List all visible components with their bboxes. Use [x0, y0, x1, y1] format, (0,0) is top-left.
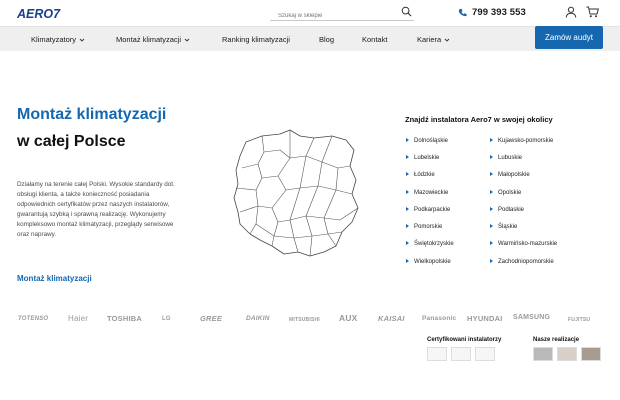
chevron-down-icon [79, 38, 85, 42]
nav-item-ranking[interactable]: Ranking klimatyzacji [222, 27, 290, 52]
nav-item-klimatyzatory[interactable]: Klimatyzatory [31, 27, 85, 52]
brand-logo: Panasonic [422, 315, 457, 322]
region-link[interactable]: Wielkopolskie [406, 258, 451, 266]
hero-subtitle: w całej Polsce [17, 133, 126, 150]
region-link[interactable]: Podkarpackie [406, 206, 450, 214]
nav-item-kariera[interactable]: Kariera [417, 27, 450, 52]
logo-text: AERO7 [17, 7, 61, 21]
region-link[interactable]: Podlaskie [490, 206, 524, 214]
region-link[interactable]: Świętokrzyskie [406, 240, 454, 248]
brand-logo: AUX [339, 313, 358, 323]
certificate-thumbnail[interactable] [427, 347, 447, 361]
region-link[interactable]: Kujawsko-pomorskie [490, 137, 553, 145]
region-link[interactable]: Dolnośląskie [406, 137, 448, 145]
region-link[interactable]: Łódzkie [406, 171, 435, 179]
region-link[interactable]: Warmińsko-mazurskie [490, 240, 557, 248]
brand-logo: Haier [68, 314, 89, 323]
nav-label: Ranking klimatyzacji [222, 35, 290, 44]
cart-icon[interactable] [586, 6, 599, 18]
certificate-thumbnail[interactable] [475, 347, 495, 361]
nav-item-montaz[interactable]: Montaż klimatyzacji [116, 27, 190, 52]
phone-icon [458, 8, 467, 17]
region-link[interactable]: Lubuskie [490, 154, 522, 162]
order-audit-button[interactable]: Zamów audyt [535, 26, 603, 49]
brand-logo: HYUNDAI [467, 314, 503, 323]
phone-number[interactable]: 799 393 553 [472, 7, 526, 18]
region-link[interactable]: Śląskie [490, 223, 517, 231]
certified-installers-title: Certyfikowani instalatorzy [427, 337, 502, 343]
top-bar: AERO7 799 393 553 [0, 0, 620, 26]
region-link[interactable]: Opolskie [490, 189, 521, 197]
user-icon[interactable] [565, 6, 577, 18]
brand-logo: DAIKIN [246, 315, 270, 322]
phone-contact[interactable]: 799 393 553 [458, 6, 526, 19]
installers-title: Znajdź instalatora Aero7 w swojej okolic… [405, 115, 553, 124]
chevron-down-icon [444, 38, 450, 42]
realization-photo[interactable] [557, 347, 577, 361]
brand-logo: SAMSUNG [513, 314, 551, 321]
brand-logo: LG [162, 316, 171, 322]
chevron-down-icon [184, 38, 190, 42]
search-box [270, 4, 414, 24]
brand-logo: KAISAI [378, 314, 405, 323]
nav-item-kontakt[interactable]: Kontakt [362, 27, 387, 52]
nav-label: Kontakt [362, 35, 388, 44]
nav-label: Klimatyzatory [31, 35, 77, 44]
installation-link[interactable]: Montaż klimatyzacji [17, 274, 92, 283]
region-link[interactable]: Mazowieckie [406, 189, 448, 197]
brand-logo: GREE [200, 314, 223, 323]
realization-photo[interactable] [533, 347, 553, 361]
region-link[interactable]: Zachodniopomorskie [490, 258, 554, 266]
brand-logo: TOSHIBA [107, 314, 143, 323]
region-link[interactable]: Lubelskie [406, 154, 439, 162]
brand-logo: TOTENSO [18, 316, 49, 322]
brand-logo: FUJITSU [568, 317, 591, 323]
realizations-title: Nasze realizacje [533, 337, 580, 343]
search-icon[interactable] [401, 6, 412, 17]
main-nav: Klimatyzatory Montaż klimatyzacji Rankin… [0, 26, 620, 51]
nav-label: Kariera [417, 35, 442, 44]
hero-description: Działamy na terenie całej Polski. Wysoki… [17, 181, 175, 238]
region-link[interactable]: Małopolskie [490, 171, 530, 179]
hero-title: Montaż klimatyzacji [17, 106, 167, 123]
nav-item-blog[interactable]: Blog [319, 27, 334, 52]
brand-logo: MITSUBISHI [289, 317, 320, 323]
nav-label: Blog [319, 35, 335, 44]
certificate-thumbnail[interactable] [451, 347, 471, 361]
realization-photo[interactable] [581, 347, 601, 361]
search-input[interactable] [270, 8, 390, 24]
aero7-logo[interactable]: AERO7 [17, 4, 63, 22]
region-link[interactable]: Pomorskie [406, 223, 442, 231]
poland-map[interactable] [228, 128, 364, 260]
nav-label: Montaż klimatyzacji [116, 35, 182, 44]
